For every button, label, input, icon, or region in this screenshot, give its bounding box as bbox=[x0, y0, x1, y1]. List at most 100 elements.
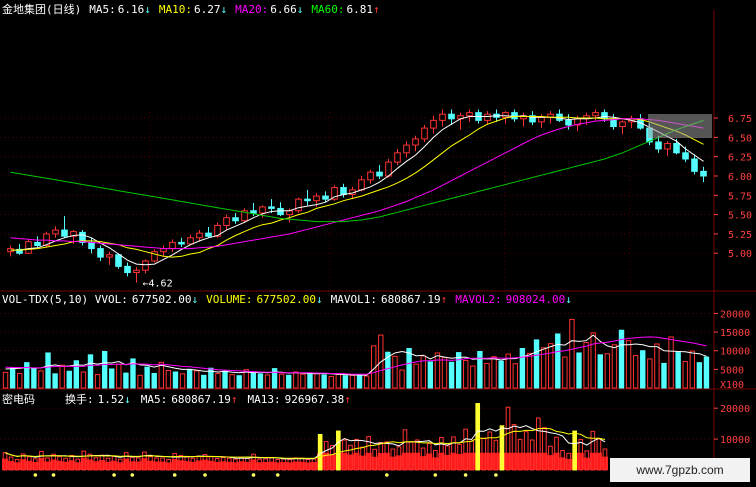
candle bbox=[124, 265, 131, 274]
volume-bar bbox=[413, 363, 419, 389]
legend-label: MA5: bbox=[89, 3, 116, 16]
volume-bar bbox=[144, 366, 150, 389]
highlight-box bbox=[648, 114, 712, 138]
volume-bar bbox=[236, 375, 242, 389]
candle bbox=[313, 195, 320, 202]
y-tick-label: 10000 bbox=[720, 435, 750, 446]
candle bbox=[196, 232, 203, 239]
candle bbox=[295, 198, 302, 212]
volume-bar bbox=[406, 347, 412, 389]
volume-bar bbox=[45, 352, 51, 389]
candle bbox=[97, 248, 104, 258]
volume-bar bbox=[647, 358, 653, 389]
legend-value: 908024.00 bbox=[505, 293, 566, 306]
y-tick-label: 5.50 bbox=[728, 211, 752, 222]
turnover-bar bbox=[572, 430, 577, 471]
ma-line-ma20 bbox=[10, 118, 704, 250]
candle bbox=[133, 269, 140, 274]
volume-bar bbox=[229, 374, 235, 389]
candle bbox=[205, 232, 212, 237]
volume-bar bbox=[562, 356, 568, 389]
volume-bar bbox=[569, 318, 575, 389]
volume-bar bbox=[116, 363, 122, 389]
candle bbox=[439, 113, 446, 121]
signal-dot bbox=[433, 473, 438, 477]
legend-arrow: ↑ bbox=[230, 393, 238, 406]
volume-bar bbox=[427, 361, 434, 389]
candle bbox=[115, 254, 122, 267]
y-tick-label: 5.25 bbox=[728, 230, 752, 241]
volume-bar bbox=[321, 374, 327, 389]
volume-bar bbox=[512, 363, 518, 389]
candle bbox=[664, 143, 671, 150]
volume-bar bbox=[300, 373, 306, 389]
volume-bar bbox=[448, 361, 455, 389]
volume-bar bbox=[484, 362, 490, 389]
legend-label: MA5: bbox=[140, 393, 168, 406]
signal-dot bbox=[112, 473, 116, 477]
candle bbox=[268, 206, 275, 209]
y-tick-label: 20000 bbox=[720, 309, 750, 320]
volume-bar bbox=[264, 374, 271, 389]
signal-dot bbox=[251, 473, 256, 477]
volume-bar bbox=[668, 336, 674, 389]
legend-label: VOLUME: bbox=[206, 293, 253, 306]
signal-dot bbox=[130, 473, 135, 477]
volume-bar bbox=[38, 370, 44, 389]
turnover-bar bbox=[499, 425, 505, 471]
chart-title: 金地集团(日线) bbox=[2, 3, 82, 16]
signal-dot bbox=[463, 473, 468, 477]
candle bbox=[178, 241, 185, 245]
candle bbox=[592, 112, 599, 117]
volume-bar bbox=[151, 372, 157, 389]
volume-bar bbox=[215, 372, 221, 389]
legend-arrow: ↓ bbox=[124, 393, 131, 406]
volume-bar bbox=[250, 372, 257, 389]
candle bbox=[304, 198, 311, 202]
volume-bar bbox=[703, 356, 710, 389]
legend-value: 6.81 bbox=[346, 3, 374, 16]
signal-dot bbox=[275, 473, 280, 477]
volume-bar bbox=[201, 374, 207, 389]
volume-bar bbox=[463, 359, 469, 389]
candle bbox=[277, 207, 284, 216]
volume-bar bbox=[17, 372, 23, 389]
y-tick-label: 6.75 bbox=[728, 114, 752, 125]
volume-bar bbox=[87, 354, 94, 389]
volume-bar bbox=[392, 355, 398, 389]
candle bbox=[619, 121, 626, 128]
candle bbox=[565, 119, 572, 126]
volume-bar bbox=[349, 374, 356, 389]
volume-bar bbox=[342, 375, 349, 389]
volume-bar bbox=[625, 340, 632, 389]
chart-canvas: 6.75 6.50 6.25 6.00 5.75 5.50 5.25 5.00 ←4.62 200… bbox=[0, 10, 756, 477]
volume-bar bbox=[654, 343, 660, 389]
legend-arrow: ↓ bbox=[565, 293, 572, 306]
volume-bar bbox=[293, 371, 299, 389]
volume-bar bbox=[604, 353, 611, 389]
legend-value: 680867.19 bbox=[171, 393, 231, 406]
legend-label: VOL-TDX(5,10) VVOL: bbox=[2, 293, 128, 306]
volume-bar bbox=[101, 350, 108, 389]
candle bbox=[52, 229, 59, 235]
candle bbox=[412, 138, 419, 146]
volume-bar bbox=[59, 364, 65, 389]
legend-arrow: ↓ bbox=[191, 293, 199, 306]
legend-label: MA13: bbox=[247, 393, 281, 406]
candle bbox=[403, 144, 410, 154]
y-tick-label: 6.25 bbox=[728, 153, 752, 164]
signal-dot bbox=[51, 473, 56, 477]
volume-bar bbox=[31, 368, 37, 389]
candle bbox=[484, 113, 491, 121]
volume-bar bbox=[399, 369, 405, 389]
volume-bar bbox=[179, 373, 186, 389]
volume-bar bbox=[222, 370, 228, 389]
volume-bar bbox=[533, 339, 540, 389]
volume-bar bbox=[611, 344, 618, 389]
legend-arrow: ↑ bbox=[373, 3, 380, 16]
volume-bar bbox=[434, 352, 441, 389]
legend-value: 926967.38 bbox=[284, 393, 345, 406]
candle bbox=[223, 217, 230, 226]
volume-bar bbox=[314, 372, 320, 389]
legend-value: 677502.00 bbox=[256, 293, 317, 306]
